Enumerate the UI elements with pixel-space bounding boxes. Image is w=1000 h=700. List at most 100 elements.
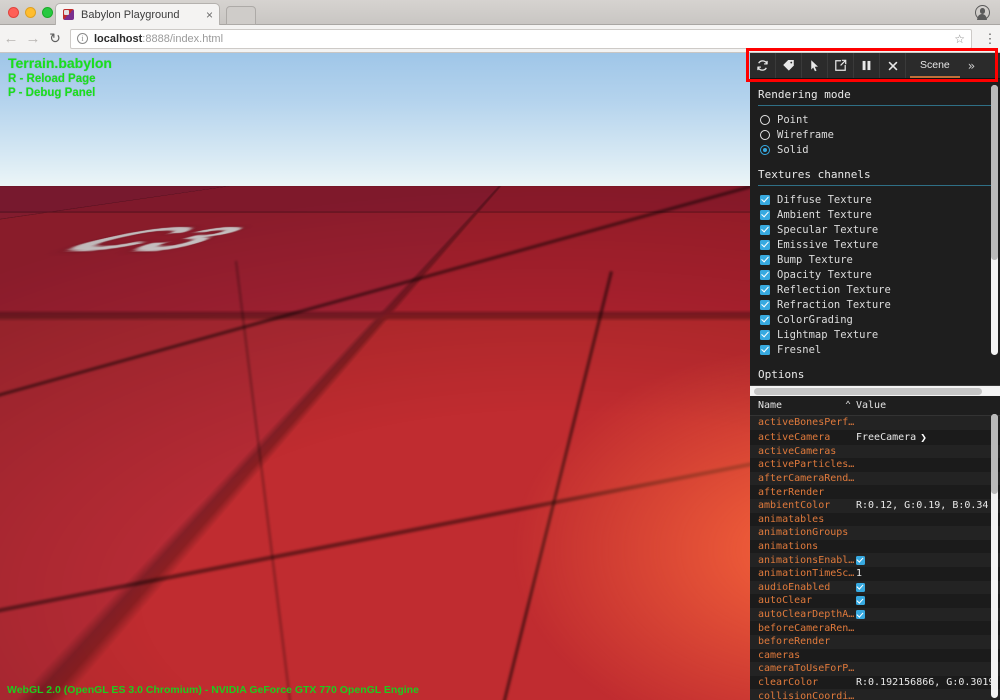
property-row[interactable]: activeParticles… [750,458,1000,472]
minimize-window-button[interactable] [25,7,36,18]
property-value[interactable] [856,583,865,592]
property-row[interactable]: audioEnabled [750,581,1000,595]
texture-channel-option[interactable]: Fresnel [750,342,1000,357]
property-row[interactable]: activeCamera FreeCamera ❯ [750,430,1000,445]
bookmark-star-icon[interactable]: ☆ [954,32,965,46]
property-row[interactable]: animationTimeSc… 1 [750,567,1000,581]
popout-icon[interactable] [828,53,854,78]
property-row[interactable]: autoClear [750,594,1000,608]
property-value[interactable] [856,610,865,619]
scrollbar-thumb[interactable] [991,85,998,260]
column-header-name[interactable]: Name [758,400,840,411]
rendering-mode-option[interactable]: Wireframe [750,127,1000,142]
site-info-icon[interactable]: i [77,33,88,44]
texture-channel-option[interactable]: Lightmap Texture [750,327,1000,342]
checkbox-icon[interactable] [856,583,865,592]
texture-channel-option[interactable]: Reflection Texture [750,282,1000,297]
checkbox-icon[interactable] [760,315,770,325]
checkbox-icon[interactable] [856,556,865,565]
checkbox-icon[interactable] [760,285,770,295]
checkbox-icon[interactable] [760,345,770,355]
texture-channel-label: ColorGrading [777,314,853,326]
forward-icon[interactable]: → [22,30,44,47]
texture-channel-option[interactable]: Specular Texture [750,222,1000,237]
checkbox-icon[interactable] [760,330,770,340]
property-value[interactable]: R:0.192156866, G:0.3019608… [856,677,992,688]
property-value[interactable]: 1 [856,568,862,579]
property-value[interactable] [856,596,865,605]
scrollbar-thumb[interactable] [991,414,998,494]
radio-button-icon[interactable] [760,115,770,125]
texture-channel-option[interactable]: Refraction Texture [750,297,1000,312]
checkbox-icon[interactable] [760,255,770,265]
new-tab-button[interactable] [226,6,256,25]
sort-caret-icon[interactable]: ⌃ [840,400,856,411]
checkbox-icon[interactable] [760,225,770,235]
tag-icon[interactable] [776,53,802,78]
tab-close-icon[interactable]: × [202,9,213,21]
checkbox-icon[interactable] [856,596,865,605]
property-row[interactable]: animatables [750,513,1000,527]
property-row[interactable]: animations [750,540,1000,554]
tab-scene[interactable]: Scene [910,53,960,78]
checkbox-icon[interactable] [856,610,865,619]
property-value[interactable] [856,556,865,565]
browser-tab[interactable]: Babylon Playground × [55,3,220,25]
property-row[interactable]: cameras [750,649,1000,663]
debug-horizontal-scrollbar[interactable] [750,385,1000,396]
property-value[interactable]: R:0.12, G:0.19, B:0.34… [856,500,992,511]
texture-channel-option[interactable]: Opacity Texture [750,267,1000,282]
close-icon[interactable] [880,53,906,78]
rendering-mode-option[interactable]: Point [750,112,1000,127]
property-row[interactable]: cameraToUseForP… [750,662,1000,676]
property-row[interactable]: afterRender [750,485,1000,499]
property-table-scrollbar[interactable] [991,414,998,698]
property-value[interactable]: FreeCamera ❯ [856,431,927,444]
checkbox-icon[interactable] [760,300,770,310]
property-row[interactable]: animationGroups [750,526,1000,540]
texture-channel-option[interactable]: Diffuse Texture [750,192,1000,207]
property-row[interactable]: autoClearDepthA… [750,608,1000,622]
tab-strip: Babylon Playground × [0,0,1000,25]
texture-channel-option[interactable]: ColorGrading [750,312,1000,327]
property-row[interactable]: clearColor R:0.192156866, G:0.3019608… [750,676,1000,690]
radio-button-icon[interactable] [760,145,770,155]
back-icon[interactable]: ← [0,30,22,47]
property-row[interactable]: collisionCoordi… [750,689,1000,700]
property-row[interactable]: ambientColor R:0.12, G:0.19, B:0.34… [750,499,1000,513]
hud-hint-debug: P - Debug Panel [8,86,112,100]
maximize-window-button[interactable] [42,7,53,18]
checkbox-icon[interactable] [760,270,770,280]
refresh-icon[interactable] [750,53,776,78]
radio-button-icon[interactable] [760,130,770,140]
checkbox-icon[interactable] [760,195,770,205]
property-row[interactable]: animationsEnabl… [750,553,1000,567]
pause-icon[interactable] [854,53,880,78]
property-row[interactable]: afterCameraRend… [750,472,1000,486]
gpu-info-text: WebGL 2.0 (OpenGL ES 3.0 Chromium) - NVI… [7,684,419,696]
texture-channel-option[interactable]: Bump Texture [750,252,1000,267]
property-row[interactable]: activeCameras [750,445,1000,459]
checkbox-icon[interactable] [760,240,770,250]
profile-icon[interactable] [975,5,990,20]
reload-icon[interactable]: ↻ [44,30,66,47]
texture-channel-option[interactable]: Emissive Texture [750,237,1000,252]
tabs-overflow-icon[interactable]: » [960,53,983,78]
scrollbar-thumb[interactable] [754,388,982,395]
column-header-value[interactable]: Value [856,400,886,411]
url-path: :8888/index.html [142,33,223,45]
checkbox-icon[interactable] [760,210,770,220]
browser-menu-icon[interactable]: ⋮ [980,31,1000,47]
window-controls[interactable] [8,7,53,18]
texture-channel-label: Fresnel [777,344,821,356]
address-bar[interactable]: i localhost:8888/index.html ☆ [70,29,972,49]
texture-channel-option[interactable]: Ambient Texture [750,207,1000,222]
debug-upper-vertical-scrollbar[interactable] [991,85,998,355]
chevron-right-icon[interactable]: ❯ [920,431,927,444]
rendering-mode-option[interactable]: Solid [750,142,1000,157]
property-row[interactable]: beforeCameraRen… [750,621,1000,635]
property-row[interactable]: activeBonesPerf… [750,416,1000,430]
pointer-icon[interactable] [802,53,828,78]
property-row[interactable]: beforeRender [750,635,1000,649]
close-window-button[interactable] [8,7,19,18]
